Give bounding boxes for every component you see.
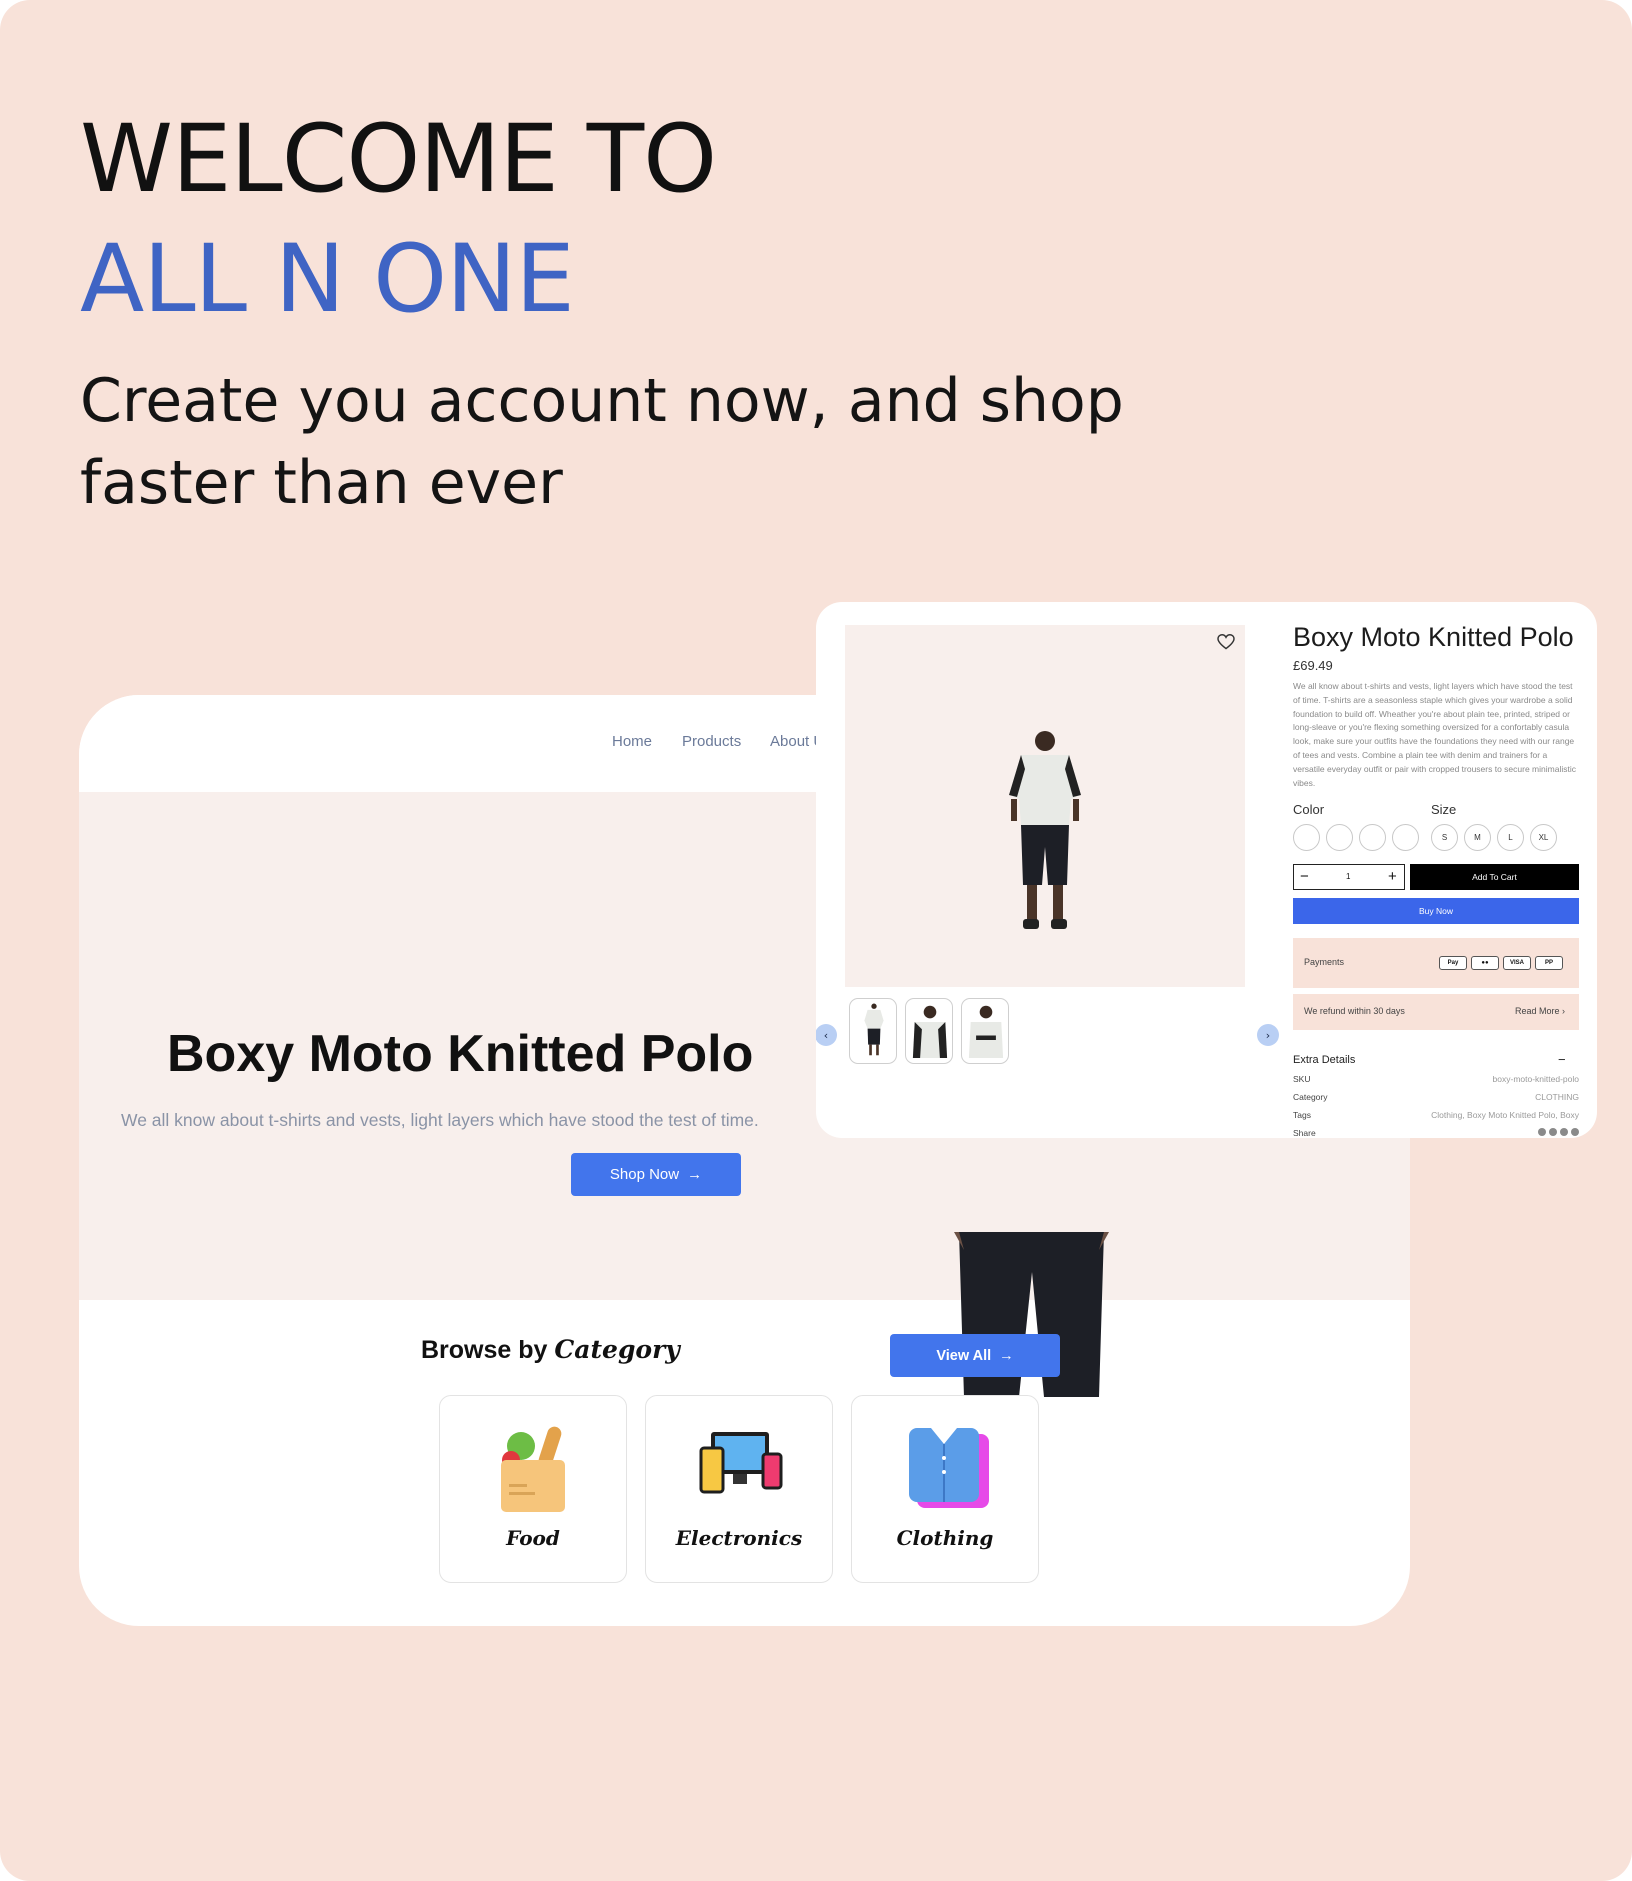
headline-line-1: WELCOME TO [80,105,717,214]
refund-box: We refund within 30 days Read More › [1293,994,1579,1030]
product-main-image [845,625,1245,987]
arrow-right-icon: → [687,1166,703,1183]
share-icons [1538,1128,1579,1136]
headline-brand: ALL N ONE [80,225,575,334]
share-label: Share [1293,1128,1316,1138]
product-description: We all know about t-shirts and vests, li… [1293,681,1576,788]
collapse-icon[interactable]: − [1558,1052,1566,1067]
devices-icon [699,1432,783,1494]
shop-now-label: Shop Now [609,1166,680,1183]
view-all-label: View All [936,1347,992,1364]
buy-now-button[interactable]: Buy Now [1293,898,1579,924]
tags-value: Clothing, Boxy Moto Knitted Polo, Boxy [1431,1110,1579,1120]
sku-label: SKU [1293,1074,1311,1084]
view-all-button[interactable]: View All → [890,1334,1060,1377]
nav-home[interactable]: Home [612,733,652,750]
heart-icon[interactable] [1217,634,1235,650]
chevron-right-icon: › [1562,1006,1565,1016]
apple-pay-icon: Pay [1439,956,1467,970]
model-figure [1009,731,1081,929]
tags-label: Tags [1293,1110,1311,1120]
category-card-clothing[interactable]: Clothing [851,1395,1039,1583]
visa-icon: VISA [1503,956,1531,970]
payments-box: Payments Pay ●● VISA PP [1293,938,1579,988]
browse-category-title: Browse by Category [421,1335,680,1365]
browse-title-accent: Category [554,1335,680,1364]
payments-label: Payments [1304,957,1345,967]
category-value: CLOTHING [1535,1092,1579,1102]
category-card-electronics[interactable]: Electronics [645,1395,833,1583]
linkedin-icon[interactable] [1571,1128,1579,1136]
instagram-icon[interactable] [1549,1128,1557,1136]
shirt-icon [909,1428,989,1508]
color-swatch[interactable] [1293,824,1320,851]
color-label: Color [1293,802,1325,817]
welcome-headline: WELCOME TO ALL N ONE [80,100,717,340]
nav-products[interactable]: Products [682,733,741,750]
product-price: £69.49 [1293,658,1333,673]
thumbnail-figure [912,1005,948,1058]
promo-frame: WELCOME TO ALL N ONE Create you account … [0,0,1632,1881]
thumbnail-figure [968,1005,1004,1058]
refund-text: We refund within 30 days [1304,1006,1405,1016]
plus-icon[interactable]: + [1388,868,1397,885]
browse-title-plain: Browse by [421,1336,548,1364]
size-option-m[interactable]: M [1464,824,1491,851]
facebook-icon[interactable] [1538,1128,1546,1136]
product-title: Boxy Moto Knitted Polo [1293,622,1574,652]
quantity-stepper: − 1 + [1293,864,1405,890]
product-thumbnail[interactable] [905,998,953,1064]
read-more-link[interactable]: Read More › [1515,1006,1565,1016]
thumbnail-figure [864,1003,884,1056]
size-option-l[interactable]: L [1497,824,1524,851]
category-label: Clothing [896,1526,994,1550]
minus-icon[interactable]: − [1300,868,1309,885]
category-label: Food [506,1526,560,1550]
twitter-icon[interactable] [1560,1128,1568,1136]
chevron-left-icon[interactable]: ‹ [816,1024,837,1046]
category-card-food[interactable]: Food [439,1395,627,1583]
add-to-cart-button[interactable]: Add To Cart [1410,864,1579,890]
product-thumbnail[interactable] [961,998,1009,1064]
tagline: Create you account now, and shop faster … [80,366,1124,518]
hero-description: We all know about t-shirts and vests, li… [121,1110,759,1130]
sku-value: boxy-moto-knitted-polo [1492,1074,1579,1084]
color-swatch[interactable] [1326,824,1353,851]
size-label: Size [1431,802,1457,817]
quantity-value[interactable]: 1 [1346,872,1350,881]
size-option-s[interactable]: S [1431,824,1458,851]
product-detail-mockup: ‹ › Boxy Moto Knitted Polo £69.49 We all… [816,602,1597,1138]
color-swatch[interactable] [1359,824,1386,851]
shop-now-button[interactable]: Shop Now → [571,1153,741,1196]
color-swatch[interactable] [1392,824,1419,851]
product-thumbnail[interactable] [849,998,897,1064]
category-label: Category [1293,1092,1328,1102]
paypal-icon: PP [1535,956,1563,970]
arrow-right-icon: → [999,1347,1014,1364]
size-option-xl[interactable]: XL [1530,824,1557,851]
extra-details-title: Extra Details [1293,1054,1356,1066]
read-more-label: Read More [1514,1006,1560,1016]
chevron-right-icon[interactable]: › [1257,1024,1279,1046]
category-label: Electronics [675,1526,803,1550]
mastercard-icon: ●● [1471,956,1499,970]
grocery-bag-icon [501,1426,565,1512]
hero-title: Boxy Moto Knitted Polo [167,1025,754,1083]
